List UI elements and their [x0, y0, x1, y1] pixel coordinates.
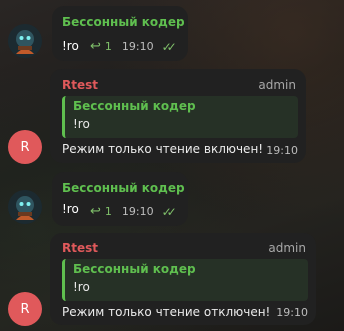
quote-text: !ro — [73, 117, 90, 131]
admin-badge: admin — [268, 241, 306, 255]
quote-sender: Бессонный кодер — [73, 262, 196, 276]
message-bubble[interactable]: Бессонный кодер !ro ↩ 1 19:10 ✓✓ — [52, 6, 188, 61]
sender-name[interactable]: Rtest — [62, 78, 98, 92]
sender-name[interactable]: Rtest — [62, 241, 98, 255]
message-text: !ro — [62, 202, 79, 216]
message-meta: ↩ 1 19:10 ✓✓ — [90, 39, 177, 54]
sender-name[interactable]: Бессонный кодер — [62, 181, 185, 195]
reply-count: 1 — [104, 40, 112, 53]
user-avatar[interactable]: R — [8, 292, 42, 326]
message-time: 19:10 — [121, 205, 154, 218]
reply-arrow-icon[interactable]: ↩ — [90, 39, 101, 54]
reply-count: 1 — [104, 205, 112, 218]
sender-name[interactable]: Бессонный кодер — [62, 15, 185, 29]
avatar-image — [8, 190, 42, 224]
user-avatar[interactable]: R — [8, 130, 42, 164]
avatar-image — [8, 24, 42, 58]
quote-text: !ro — [73, 280, 90, 294]
reply-quote[interactable]: Бессонный кодер !ro — [62, 96, 298, 138]
message-time: 19:10 — [121, 40, 154, 53]
reply-arrow-icon[interactable]: ↩ — [90, 204, 101, 219]
double-check-icon: ✓✓ — [161, 39, 177, 54]
message-bubble[interactable]: Rtest admin Бессонный кодер !ro Режим то… — [50, 233, 316, 325]
message-text: Режим только чтение включен! — [62, 142, 264, 156]
message-bubble[interactable]: Бессонный кодер !ro ↩ 1 19:10 ✓✓ — [52, 172, 188, 226]
message-time: 19:10 — [276, 306, 308, 319]
reply-quote[interactable]: Бессонный кодер !ro — [62, 259, 308, 301]
message-text: Режим только чтение отключен! — [62, 305, 271, 319]
message-time: 19:10 — [266, 144, 298, 157]
quote-sender: Бессонный кодер — [73, 99, 196, 113]
message-meta: ↩ 1 19:10 ✓✓ — [90, 204, 177, 219]
double-check-icon: ✓✓ — [161, 204, 177, 219]
message-bubble[interactable]: Rtest admin Бессонный кодер !ro Режим то… — [50, 69, 306, 163]
chat-history: Бессонный кодер !ro ↩ 1 19:10 ✓✓ R Rtest… — [0, 0, 344, 331]
avatar-letter: R — [20, 139, 30, 155]
user-avatar[interactable] — [8, 190, 42, 224]
avatar-letter: R — [20, 301, 30, 317]
message-text: !ro — [62, 39, 79, 53]
admin-badge: admin — [258, 78, 296, 92]
user-avatar[interactable] — [8, 24, 42, 58]
